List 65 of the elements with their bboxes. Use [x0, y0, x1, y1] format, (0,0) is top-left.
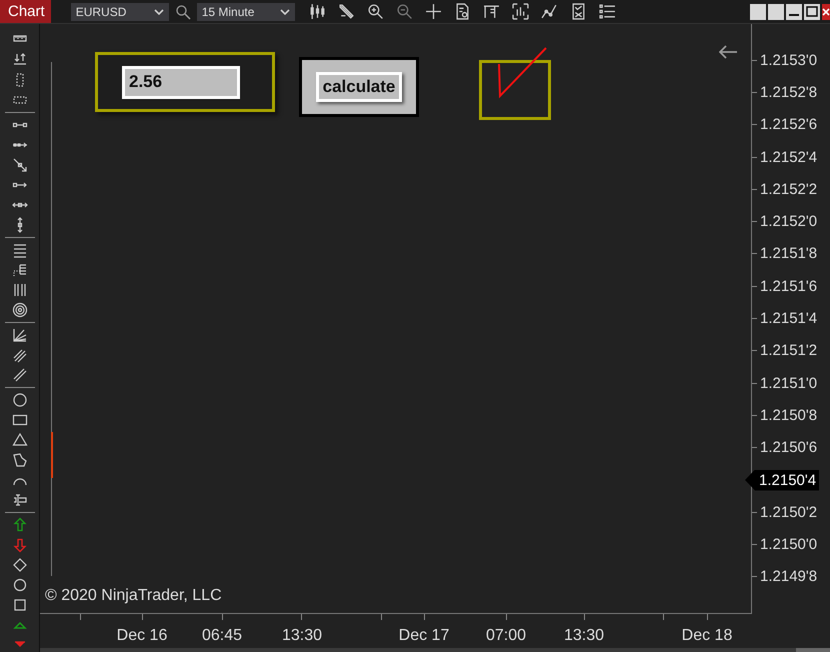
price-label: 1.2150'6 [759, 438, 818, 458]
price-label: 1.2152'2 [759, 180, 818, 200]
current-price-marker: 1.2150'4 [745, 470, 820, 490]
window-button[interactable] [750, 4, 766, 20]
price-label: 1.2150'2 [759, 502, 818, 523]
maximize-icon[interactable] [804, 4, 820, 20]
price-label: 1.2153'0 [759, 50, 818, 71]
interval-dropdown[interactable]: 15 Minute [196, 2, 295, 20]
crosshair-icon[interactable] [424, 3, 442, 20]
time-label: 07:00 [486, 627, 526, 645]
horizontal-lines-icon[interactable] [12, 242, 28, 258]
candlestick-icon[interactable] [308, 3, 326, 20]
close-icon[interactable] [822, 4, 830, 20]
document-search-icon[interactable] [454, 3, 471, 20]
price-label: 1.2151'6 [759, 276, 818, 297]
window-button[interactable] [768, 4, 784, 20]
price-label: 1.2151'0 [759, 374, 818, 394]
search-icon[interactable] [174, 4, 191, 20]
diamond-icon[interactable] [12, 557, 28, 573]
price-label: 1.2152'4 [759, 148, 818, 168]
price-label: 1.2152'0 [759, 212, 818, 232]
list-icon[interactable] [598, 3, 616, 20]
time-label: Dec 18 [682, 627, 732, 645]
square-icon[interactable] [12, 597, 28, 613]
calculate-button[interactable]: calculate [316, 72, 402, 102]
price-label: 1.2150'8 [759, 406, 818, 426]
time-label: Dec 17 [398, 627, 450, 645]
price-label: 1.2152'8 [759, 82, 818, 103]
price-label: 1.2151'4 [759, 309, 818, 330]
back-arrow-icon[interactable] [719, 45, 737, 59]
circle-icon[interactable] [12, 392, 28, 408]
checkbox[interactable] [479, 46, 551, 120]
line-chart-icon[interactable] [540, 3, 558, 20]
time-label: 13:30 [564, 627, 604, 645]
time-label: Dec 16 [116, 627, 168, 645]
vertical-lines-icon[interactable] [12, 282, 28, 298]
zoom-out-icon[interactable] [396, 3, 413, 20]
price-label: 1.2149'8 [759, 567, 818, 588]
price-label: 1.2151'8 [759, 244, 818, 264]
concentric-circles-icon[interactable] [12, 302, 28, 318]
price-label: 1.2150'0 [759, 535, 818, 556]
time-label: 13:30 [282, 627, 322, 645]
diagonal-lines-icon[interactable] [12, 367, 28, 383]
value-input[interactable]: 2.56 [122, 66, 240, 98]
price-label: 1.2152'6 [759, 115, 818, 136]
fan-icon[interactable] [12, 327, 28, 343]
chart-tab[interactable]: Chart [0, 0, 51, 23]
caret-icon [154, 8, 164, 14]
parallel-lines-icon[interactable] [12, 347, 28, 363]
circle-icon[interactable] [12, 577, 28, 593]
panel-icon[interactable] [482, 3, 500, 20]
rectangle-icon[interactable] [12, 412, 28, 428]
instrument-dropdown[interactable]: EURUSD [70, 2, 169, 20]
up-arrow-icon[interactable] [12, 517, 28, 533]
polygon-icon[interactable] [12, 452, 28, 468]
bar-chart-icon[interactable] [512, 3, 529, 20]
pencil-icon[interactable] [338, 3, 355, 20]
copyright-text: © 2020 NinjaTrader, LLC [45, 587, 222, 605]
diagonal-line-icon[interactable] [12, 157, 28, 173]
caret-icon [280, 8, 290, 14]
price-label: 1.2151'2 [759, 341, 818, 362]
zoom-in-icon[interactable] [366, 3, 384, 20]
triangle-icon[interactable] [12, 432, 28, 448]
time-label: 06:45 [202, 627, 242, 645]
step-lines-icon[interactable] [12, 262, 28, 278]
